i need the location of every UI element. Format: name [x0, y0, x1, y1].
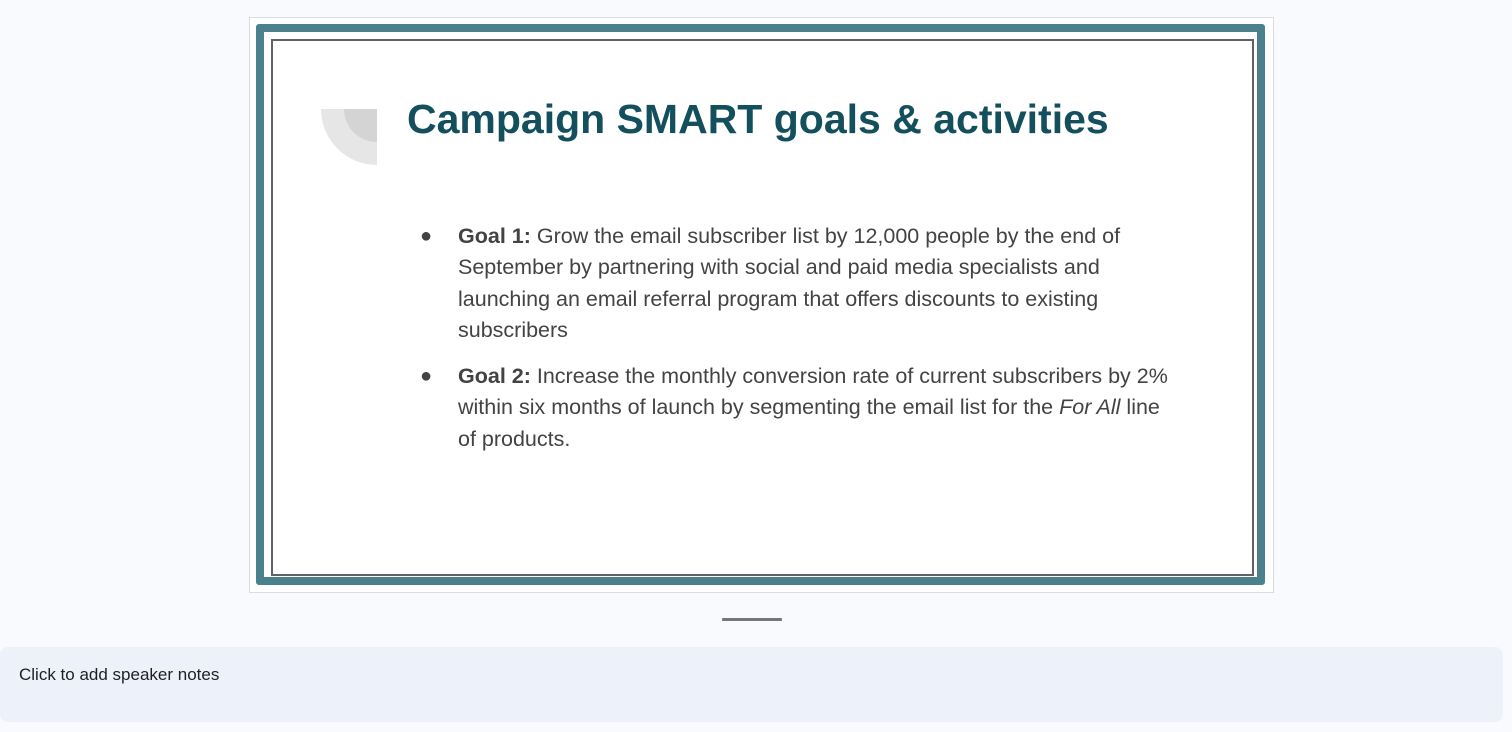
slide-title[interactable]: Campaign SMART goals & activities — [407, 96, 1109, 143]
bullet-lead: Goal 2: — [458, 364, 531, 389]
speaker-notes-panel[interactable]: Click to add speaker notes — [0, 647, 1503, 722]
bullet-icon: ● — [420, 225, 433, 247]
slide-canvas[interactable]: Campaign SMART goals & activities ● Goal … — [249, 17, 1274, 593]
speaker-notes-placeholder[interactable]: Click to add speaker notes — [19, 665, 219, 685]
corner-arc-decoration — [321, 109, 377, 165]
bullet-item-goal-1[interactable]: ● Goal 1: Grow the email subscriber list … — [420, 221, 1180, 346]
bullet-icon: ● — [420, 365, 433, 388]
bullet-emphasis: For All — [1059, 395, 1121, 420]
bullet-item-goal-2[interactable]: ● Goal 2: Increase the monthly conversion… — [420, 361, 1180, 455]
notes-resize-handle[interactable] — [722, 618, 782, 621]
bullet-text: Grow the email subscriber list by 12,000… — [458, 224, 1121, 342]
bullet-lead: Goal 1: — [458, 224, 531, 248]
bullet-list[interactable]: ● Goal 1: Grow the email subscriber list … — [420, 221, 1180, 470]
